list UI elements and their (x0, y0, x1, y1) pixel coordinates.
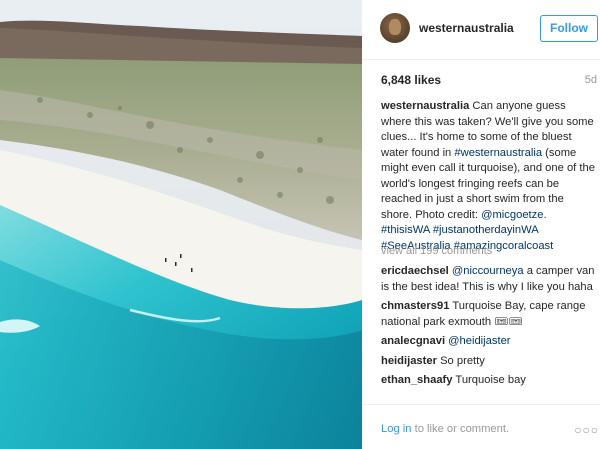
beach-aerial-image (0, 0, 362, 449)
comment-item: ericdaechsel @niccourneya a camper van i… (381, 264, 597, 295)
caption-author[interactable]: westernaustralia (381, 100, 469, 112)
follow-button[interactable]: Follow (540, 15, 598, 42)
hashtag-westernaustralia[interactable]: #westernaustralia (454, 147, 542, 159)
post-header: westernaustralia Follow (362, 0, 600, 60)
comment-text: So pretty (436, 354, 485, 367)
caption-text-3: . (543, 208, 547, 221)
login-prompt-text: to like or comment. (411, 423, 510, 435)
hashtag-justanotherdayinwa[interactable]: #justanotherdayinWA (433, 224, 538, 236)
likes-count[interactable]: 6,848 likes (381, 73, 441, 87)
comment-mention[interactable]: @niccourneya (452, 265, 524, 277)
comment-user[interactable]: chmasters91 (381, 300, 449, 312)
comment-mention[interactable]: @heidijaster (448, 335, 510, 347)
post-footer: Log in to like or comment. ○○○ (362, 404, 600, 449)
ellipsis-icon[interactable]: ○○○ (574, 423, 599, 437)
login-prompt: Log in to like or comment. (381, 423, 509, 435)
comment-item: heidijaster So pretty (381, 354, 597, 370)
comment-item: ethan_shaafy Turquoise bay (381, 373, 597, 389)
profile-avatar[interactable] (380, 13, 410, 43)
post-caption: westernaustralia Can anyone guess where … (381, 99, 597, 254)
comment-user[interactable]: ericdaechsel (381, 265, 449, 277)
comment-text: Turquoise bay (452, 374, 526, 386)
view-all-comments[interactable]: view all 199 comments (381, 245, 492, 257)
comments-list: ericdaechsel @niccourneya a camper van i… (381, 264, 597, 393)
comment-user[interactable]: ethan_shaafy (381, 374, 453, 386)
comment-item: analecgnavi @heidijaster (381, 334, 597, 350)
comment-user[interactable]: heidijaster (381, 355, 437, 367)
login-link[interactable]: Log in (381, 423, 411, 435)
post-photo[interactable] (0, 0, 362, 449)
comment-item: chmasters91 Turquoise Bay, cape range na… (381, 299, 597, 330)
comment-user[interactable]: analecgnavi (381, 335, 445, 347)
post-username[interactable]: westernaustralia (419, 21, 514, 35)
likes-row: 6,848 likes 5d (381, 73, 599, 89)
post-side-panel: westernaustralia Follow 6,848 likes 5d w… (362, 0, 600, 449)
photo-credit-mention[interactable]: @micgoetze (481, 209, 543, 221)
hashtag-thisiswa[interactable]: #thisisWA (381, 224, 430, 236)
post-time[interactable]: 5d (585, 74, 597, 86)
